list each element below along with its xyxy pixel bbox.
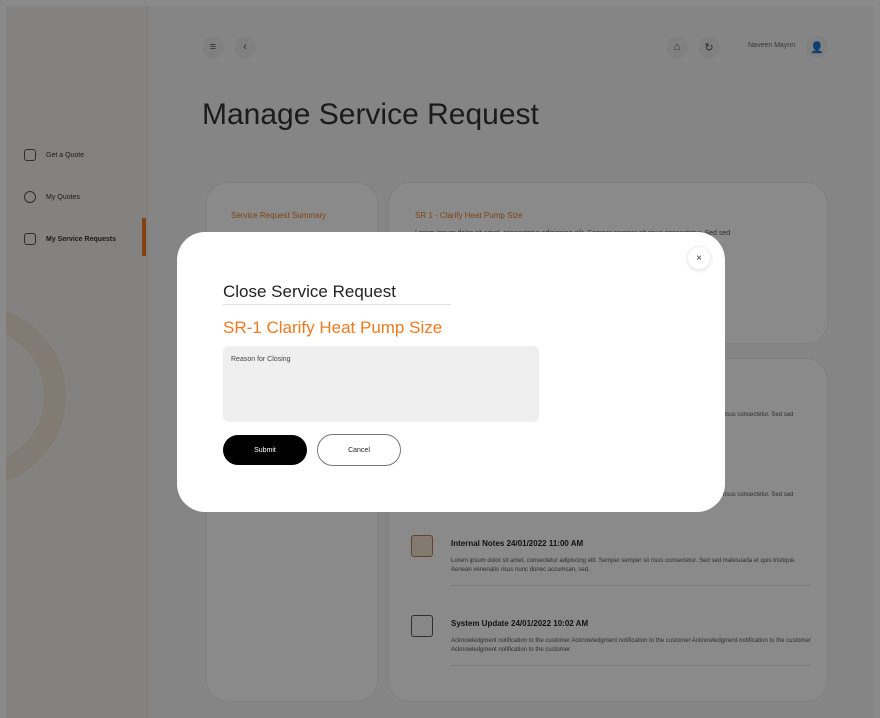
divider bbox=[223, 304, 451, 305]
service-request-title: SR-1 Clarify Heat Pump Size bbox=[223, 318, 443, 337]
close-icon: × bbox=[696, 252, 702, 264]
modal-title: Close Service Request bbox=[223, 282, 396, 301]
cancel-button[interactable]: Cancel bbox=[317, 434, 401, 466]
close-service-request-modal: × Close Service Request SR-1 Clarify Hea… bbox=[177, 232, 725, 512]
close-button[interactable]: × bbox=[687, 246, 711, 270]
reason-for-closing-input[interactable] bbox=[223, 346, 539, 422]
submit-button[interactable]: Submit bbox=[223, 435, 307, 465]
